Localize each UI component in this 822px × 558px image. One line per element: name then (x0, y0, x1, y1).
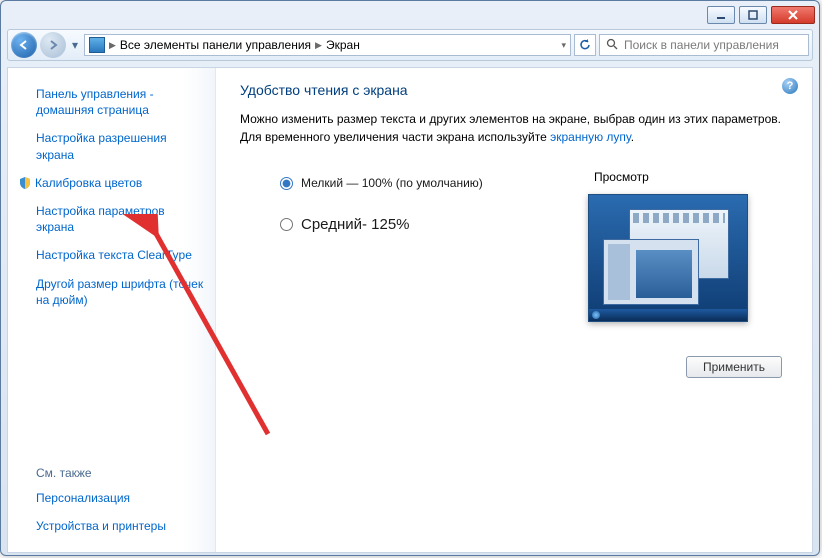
radio-medium[interactable] (280, 218, 293, 231)
search-icon (606, 38, 618, 53)
preview-image (588, 194, 748, 322)
sidebar-footer: См. также Персонализация Устройства и пр… (18, 462, 205, 540)
titlebar (1, 1, 819, 29)
breadcrumb-item[interactable]: Экран (326, 38, 360, 52)
display-icon (89, 37, 105, 53)
sidebar-item-calibrate[interactable]: Калибровка цветов (18, 169, 205, 197)
address-bar[interactable]: ▶ Все элементы панели управления ▶ Экран… (84, 34, 571, 56)
chevron-right-icon: ▶ (315, 40, 322, 51)
sidebar-footer-heading: См. также (18, 462, 205, 484)
content-area: ? Удобство чтения с экрана Можно изменит… (216, 68, 812, 552)
option-small[interactable]: Мелкий — 100% (по умолчанию) (280, 176, 588, 190)
option-label: Мелкий — 100% (по умолчанию) (301, 176, 483, 190)
nav-back-button[interactable] (11, 32, 37, 58)
nav-forward-button[interactable] (40, 32, 66, 58)
preview-label: Просмотр (594, 170, 788, 184)
sidebar-item-resolution[interactable]: Настройка разрешения экрана (18, 124, 205, 168)
search-input[interactable]: Поиск в панели управления (599, 34, 809, 56)
search-placeholder: Поиск в панели управления (624, 38, 779, 52)
option-label: Средний- 125% (301, 216, 410, 233)
breadcrumb-item[interactable]: Все элементы панели управления (120, 38, 311, 52)
control-panel-window: ▾ ▶ Все элементы панели управления ▶ Экр… (0, 0, 820, 556)
minimize-button[interactable] (707, 6, 735, 24)
shield-icon (18, 176, 32, 190)
sidebar-item-dpi[interactable]: Другой размер шрифта (точек на дюйм) (18, 270, 205, 314)
close-button[interactable] (771, 6, 815, 24)
page-description: Можно изменить размер текста и других эл… (240, 110, 788, 146)
chevron-right-icon: ▶ (109, 40, 116, 51)
sidebar-footer-devices[interactable]: Устройства и принтеры (18, 512, 205, 540)
nav-history-dropdown[interactable]: ▾ (69, 38, 81, 52)
sidebar-item-cleartype[interactable]: Настройка текста ClearType (18, 241, 205, 269)
size-options: Мелкий — 100% (по умолчанию) Средний- 12… (240, 166, 588, 322)
apply-button[interactable]: Применить (686, 356, 782, 378)
sidebar-footer-personalization[interactable]: Персонализация (18, 484, 205, 512)
sidebar-item-home[interactable]: Панель управления - домашняя страница (18, 80, 205, 124)
option-medium[interactable]: Средний- 125% (280, 216, 588, 233)
sidebar-item-params[interactable]: Настройка параметров экрана (18, 197, 205, 241)
chevron-down-icon[interactable]: ▾ (561, 40, 566, 51)
toolbar: ▾ ▶ Все элементы панели управления ▶ Экр… (7, 29, 813, 61)
maximize-button[interactable] (739, 6, 767, 24)
window-body: Панель управления - домашняя страница На… (7, 67, 813, 553)
preview-column: Просмотр (588, 166, 788, 322)
magnifier-link[interactable]: экранную лупу (550, 130, 631, 144)
refresh-button[interactable] (574, 34, 596, 56)
sidebar: Панель управления - домашняя страница На… (8, 68, 216, 552)
page-title: Удобство чтения с экрана (240, 82, 788, 98)
help-icon[interactable]: ? (782, 78, 798, 94)
sidebar-item-label: Калибровка цветов (35, 175, 142, 191)
radio-small[interactable] (280, 177, 293, 190)
